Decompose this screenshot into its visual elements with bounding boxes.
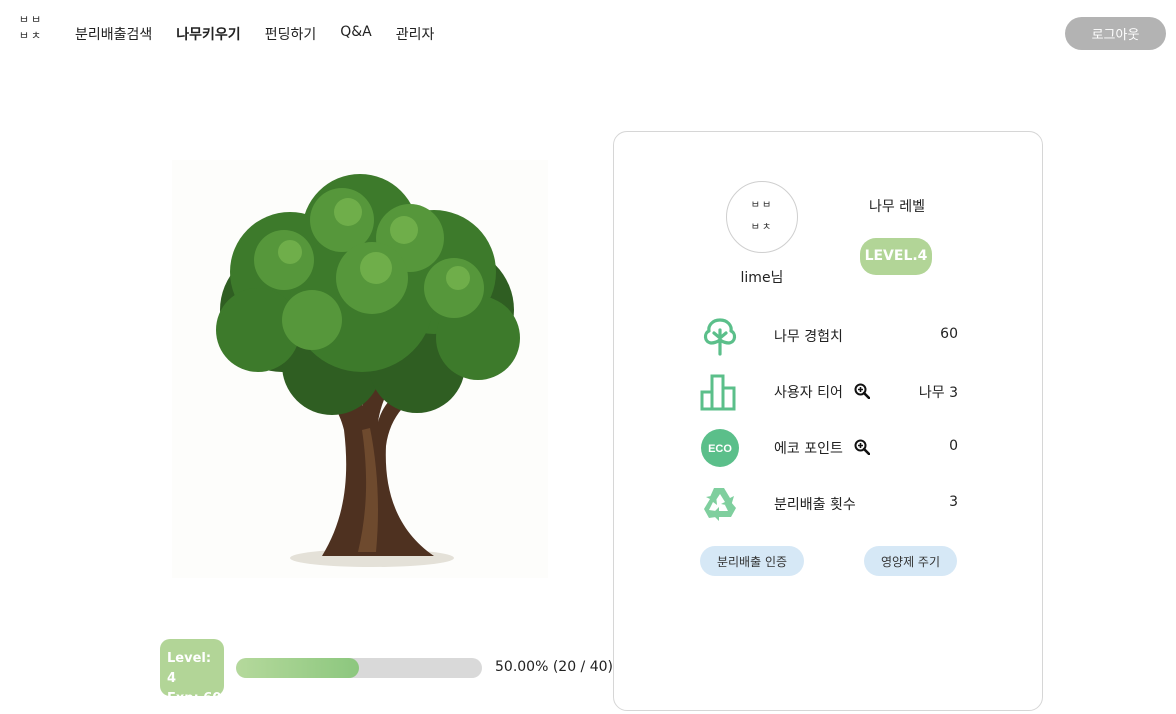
logo-line-1: ㅂㅂ xyxy=(18,13,44,26)
recycle-icon xyxy=(704,488,736,521)
badge-level-text: Level: 4 xyxy=(167,651,212,686)
nav-recycle-search[interactable]: 분리배출검색 xyxy=(75,24,152,44)
stat-recycle-count: 분리배출 횟수 3 xyxy=(700,484,958,524)
exp-progress-fill xyxy=(236,658,359,678)
username: lime님 xyxy=(740,270,784,286)
profile-card: ㅂㅂ ㅂㅊ lime님 나무 레벨 LEVEL.4 나무 경험치 60 사용자 … xyxy=(613,131,1043,711)
avatar: ㅂㅂ ㅂㅊ xyxy=(726,181,798,253)
stat-label: 사용자 티어 xyxy=(774,385,843,401)
level-exp-badge: Level: 4 Exp: 60 xyxy=(160,639,224,706)
give-nutrient-button[interactable]: 영양제 주기 xyxy=(864,546,957,576)
bar-chart-icon xyxy=(700,374,736,411)
exp-progress-text: 50.00% (20 / 40) xyxy=(495,659,614,675)
tree-level-title: 나무 레벨 xyxy=(869,199,925,215)
main-nav: 분리배출검색 나무키우기 펀딩하기 Q&A 관리자 xyxy=(75,24,458,44)
tree-image xyxy=(172,160,548,578)
zoom-in-icon[interactable] xyxy=(854,439,870,455)
zoom-in-icon[interactable] xyxy=(854,383,870,399)
logo-line-2: ㅂㅊ xyxy=(18,29,44,42)
eco-icon-text: ECO xyxy=(708,443,732,455)
tree-icon xyxy=(703,318,737,356)
logout-button[interactable]: 로그아웃 xyxy=(1065,17,1166,50)
nav-funding[interactable]: 펀딩하기 xyxy=(265,24,317,44)
certify-recycling-button[interactable]: 분리배출 인증 xyxy=(700,546,804,576)
stat-value: 0 xyxy=(949,438,958,454)
stat-value: 60 xyxy=(940,326,958,342)
stat-user-tier: 사용자 티어 나무 3 xyxy=(700,372,958,412)
nav-admin[interactable]: 관리자 xyxy=(396,24,435,44)
stat-label: 분리배출 횟수 xyxy=(774,497,856,513)
app-logo[interactable]: ㅂㅂ ㅂㅊ xyxy=(16,12,46,44)
badge-exp-text: Exp: 60 xyxy=(167,691,222,706)
eco-icon: ECO xyxy=(701,429,739,467)
stat-value: 나무 3 xyxy=(918,385,958,401)
avatar-line-1: ㅂㅂ xyxy=(750,200,774,211)
nav-grow-tree[interactable]: 나무키우기 xyxy=(176,24,240,44)
level-badge: LEVEL.4 xyxy=(860,238,932,275)
stat-label: 나무 경험치 xyxy=(774,329,843,345)
stat-tree-exp: 나무 경험치 60 xyxy=(700,316,958,356)
avatar-line-2: ㅂㅊ xyxy=(750,222,774,233)
exp-progress-bar xyxy=(236,658,482,678)
stat-value: 3 xyxy=(949,494,958,510)
stat-eco-points: ECO 에코 포인트 0 xyxy=(700,428,958,468)
nav-qna[interactable]: Q&A xyxy=(340,24,372,44)
stat-label: 에코 포인트 xyxy=(774,441,843,457)
